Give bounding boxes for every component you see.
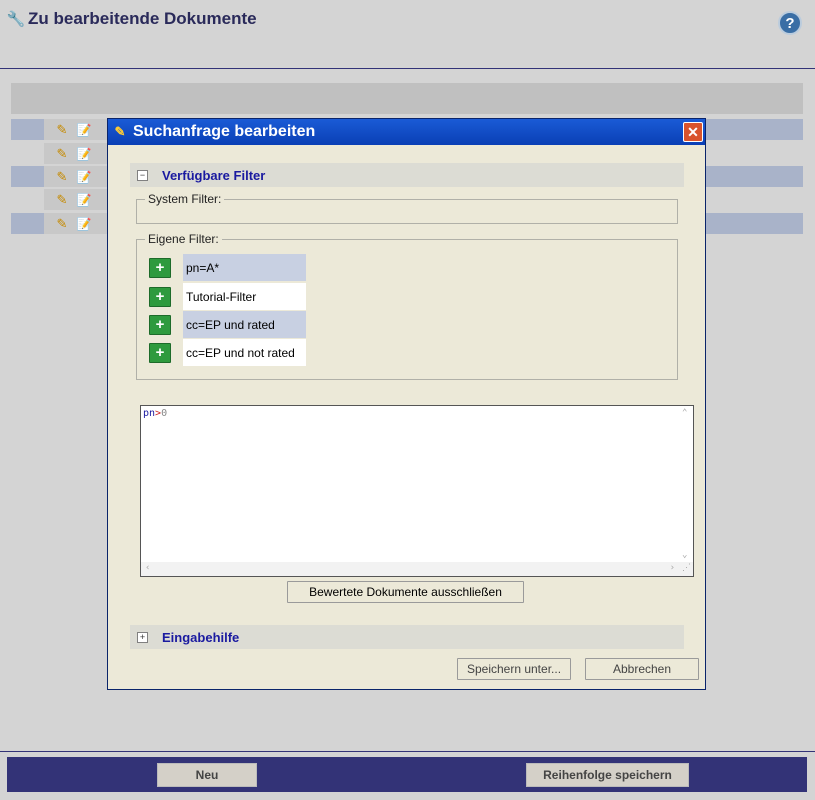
close-button[interactable]: ✕: [683, 122, 703, 142]
row-tools: ✎ 📝: [44, 213, 108, 234]
input-help-label: Eingabehilfe: [162, 629, 240, 645]
edit-pencil-icon[interactable]: ✎: [54, 169, 70, 185]
dialog-title: Suchanfrage bearbeiten: [133, 123, 316, 140]
edit-pencil-icon[interactable]: ✎: [54, 146, 70, 162]
row-tools: ✎ 📝: [44, 189, 108, 210]
edit-document-icon[interactable]: 📝: [76, 216, 92, 232]
add-filter-button[interactable]: +: [149, 314, 171, 335]
filter-row: + Tutorial-Filter: [149, 283, 308, 310]
wrench-icon: 🔧: [6, 11, 26, 28]
scroll-down-icon[interactable]: ⌄: [682, 550, 687, 560]
row-tools: ✎ 📝: [44, 143, 108, 164]
edit-pencil-icon[interactable]: ✎: [54, 216, 70, 232]
filter-label[interactable]: pn=A*: [183, 254, 306, 281]
own-filter-legend: Eigene Filter:: [148, 232, 219, 246]
scroll-left-icon[interactable]: ‹: [145, 563, 150, 573]
edit-pencil-icon[interactable]: ✎: [54, 122, 70, 138]
table-header: [11, 83, 803, 114]
filter-label[interactable]: cc=EP und rated: [183, 311, 306, 338]
cancel-button[interactable]: Abbrechen: [585, 658, 699, 680]
edit-document-icon[interactable]: 📝: [76, 146, 92, 162]
scroll-up-icon[interactable]: ⌃: [682, 408, 687, 418]
footer-divider: [0, 751, 815, 752]
system-filter-legend: System Filter:: [148, 192, 222, 206]
available-filters-label: Verfügbare Filter: [162, 167, 266, 183]
horizontal-scrollbar[interactable]: ‹ › ⋰: [141, 562, 693, 576]
query-field: pn: [143, 408, 156, 419]
system-filter-group: System Filter:: [136, 192, 678, 224]
header-divider: [0, 68, 815, 69]
edit-document-icon[interactable]: 📝: [76, 169, 92, 185]
add-filter-button[interactable]: +: [149, 342, 171, 363]
edit-pencil-icon[interactable]: ✎: [54, 192, 70, 208]
row-tools: ✎ 📝: [44, 119, 108, 140]
save-as-button[interactable]: Speichern unter...: [457, 658, 571, 680]
query-text: pn>0: [143, 408, 167, 419]
query-editor[interactable]: pn>0 ⌃ ⌄ ‹ › ⋰: [140, 405, 694, 577]
exclude-rated-button[interactable]: Bewertete Dokumente ausschließen: [287, 581, 524, 603]
collapse-icon[interactable]: −: [137, 169, 148, 181]
filter-row: + pn=A*: [149, 254, 308, 281]
dialog-titlebar[interactable]: ✎ Suchanfrage bearbeiten ✕: [108, 119, 705, 145]
filter-label[interactable]: cc=EP und not rated: [183, 339, 306, 366]
available-filters-header[interactable]: − Verfügbare Filter: [130, 163, 684, 187]
expand-icon[interactable]: +: [137, 631, 148, 643]
edit-document-icon[interactable]: 📝: [76, 122, 92, 138]
filter-row: + cc=EP und rated: [149, 311, 308, 338]
edit-document-icon[interactable]: 📝: [76, 192, 92, 208]
row-tools: ✎ 📝: [44, 166, 108, 187]
new-button[interactable]: Neu: [157, 763, 257, 787]
vertical-scrollbar[interactable]: ⌃ ⌄: [680, 406, 693, 562]
page-title-text: Zu bearbeitende Dokumente: [28, 9, 257, 28]
search-query-dialog: ✎ Suchanfrage bearbeiten ✕ − Verfügbare …: [107, 118, 706, 690]
page-title: 🔧 Zu bearbeitende Dokumente: [6, 9, 257, 29]
filter-label[interactable]: Tutorial-Filter: [183, 283, 306, 310]
filter-row: + cc=EP und not rated: [149, 339, 308, 366]
help-icon[interactable]: ?: [778, 11, 802, 35]
resize-grip-icon[interactable]: ⋰: [682, 563, 691, 573]
query-value: 0: [161, 408, 168, 419]
input-help-header[interactable]: + Eingabehilfe: [130, 625, 684, 649]
add-filter-button[interactable]: +: [149, 257, 171, 278]
pencil-icon: ✎: [114, 124, 126, 139]
add-filter-button[interactable]: +: [149, 286, 171, 307]
save-order-button[interactable]: Reihenfolge speichern: [526, 763, 689, 787]
scroll-right-icon[interactable]: ›: [670, 563, 675, 573]
